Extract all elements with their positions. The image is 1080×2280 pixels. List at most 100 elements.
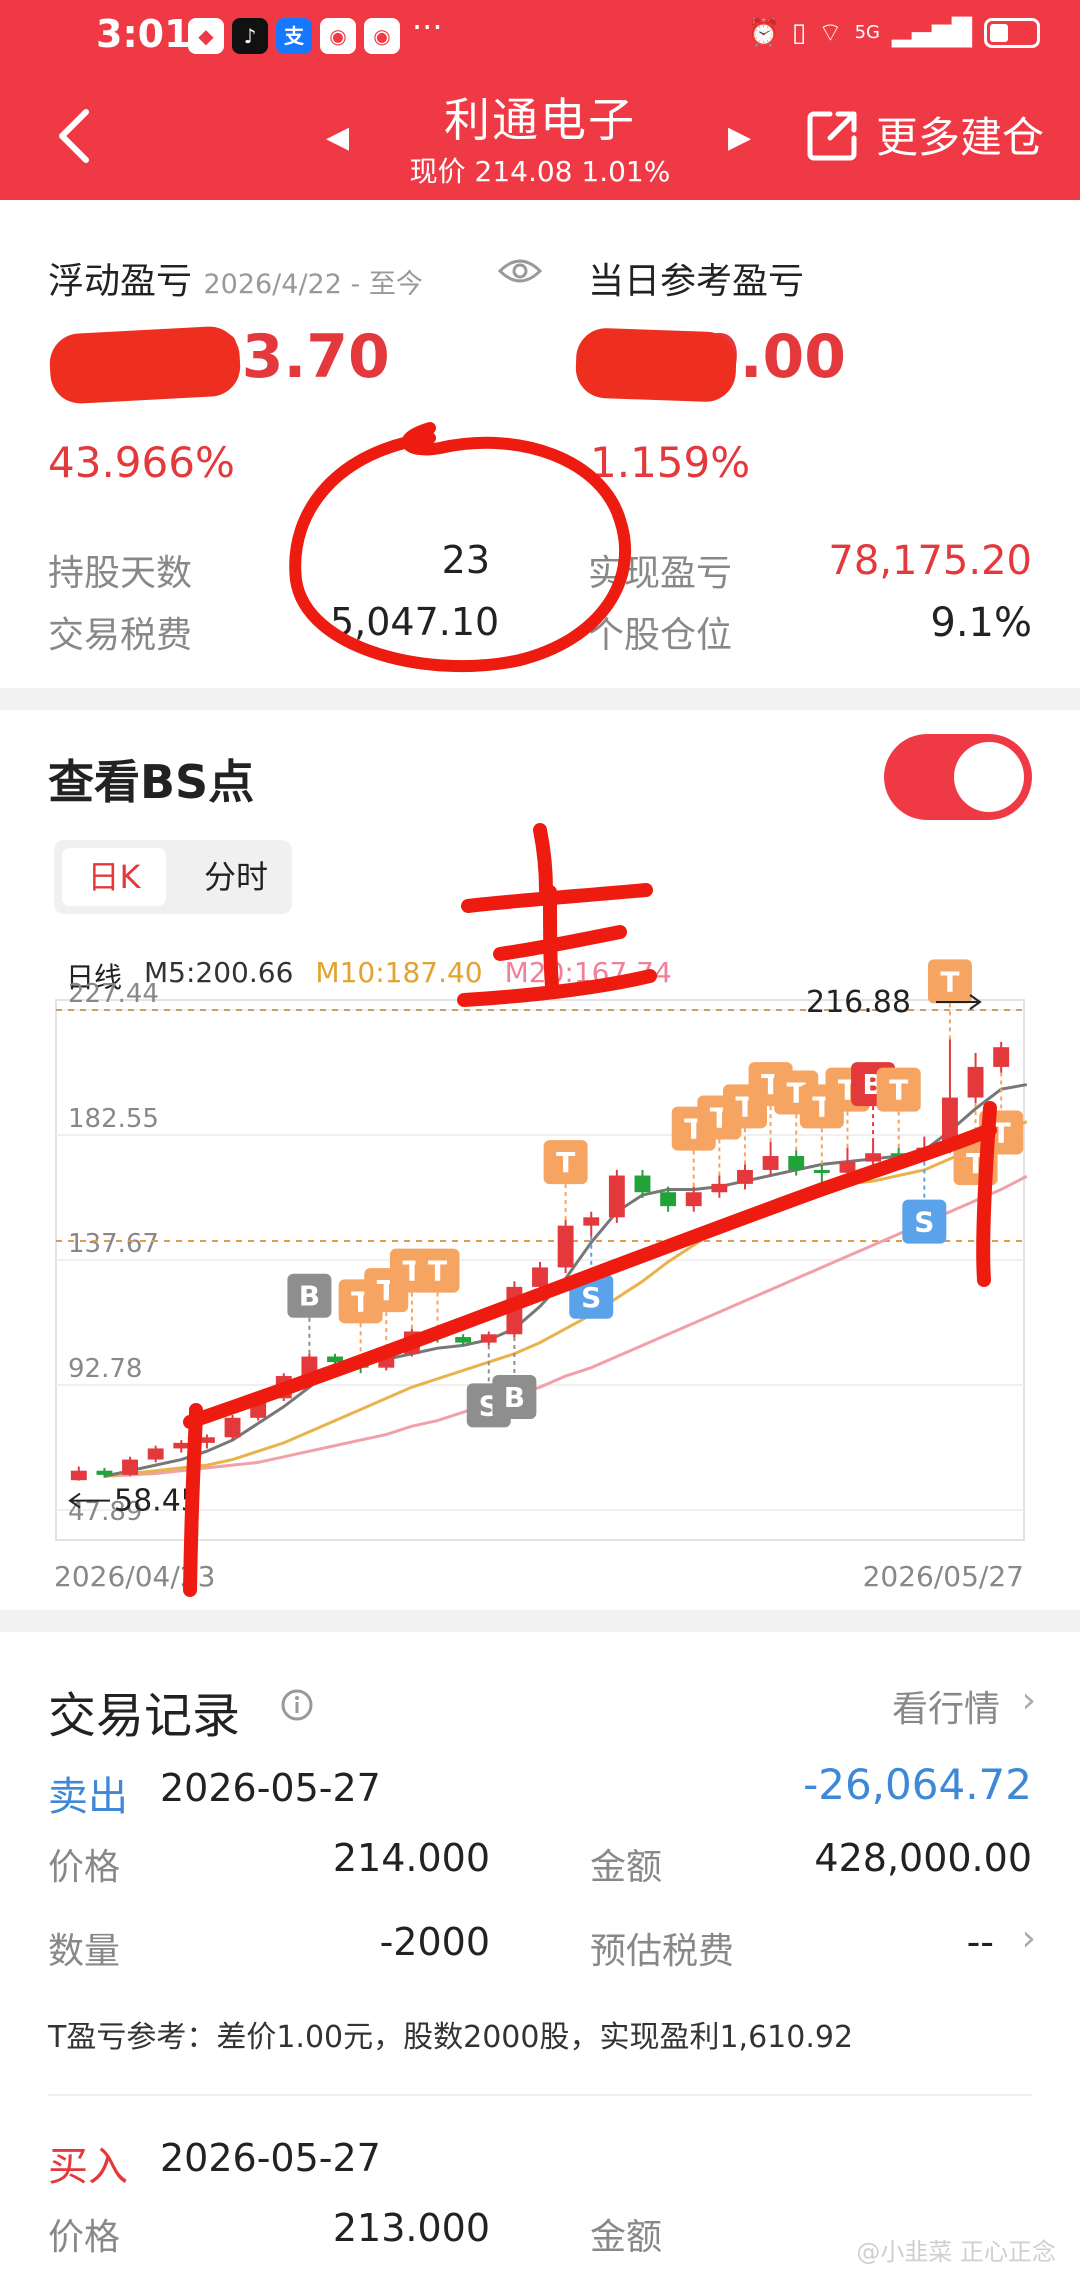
notification-icons: ◆ ♪ 支 ◉ ◉	[188, 18, 400, 54]
sell-amount-change: -26,064.72	[803, 1760, 1032, 1809]
candle-body	[634, 1175, 651, 1193]
bs-card: 查看BS点 日K 分时 日线 M5:200.66 M10:187.40 M20:…	[0, 710, 1080, 1610]
vibrate-icon: ▯	[791, 17, 807, 48]
max-price-label: 216.88	[806, 985, 911, 1020]
x-end-label: 2026/05/27	[863, 1560, 1024, 1593]
float-pl-range: 2026/4/22 - 至今	[203, 269, 423, 300]
info-icon[interactable]	[280, 1688, 314, 1722]
candle-body	[173, 1442, 190, 1449]
sell-price: 214.000	[332, 1836, 490, 1880]
buy-total-label: 金额	[590, 2217, 663, 2258]
battery-icon	[984, 17, 1040, 48]
buy-type: 买入	[48, 2144, 128, 2190]
sell-tax: --	[966, 1920, 994, 1964]
divider	[48, 2094, 1032, 2096]
chevron-right-icon: ›	[1021, 1680, 1036, 1721]
alipay-icon: 支	[276, 18, 312, 54]
eye-icon[interactable]	[498, 256, 542, 286]
position-value: 9.1%	[930, 600, 1032, 646]
candle-body	[660, 1192, 677, 1207]
sell-total-label: 金额	[590, 1847, 663, 1888]
y-tick-label: 182.55	[68, 1104, 159, 1134]
candle-body	[967, 1066, 984, 1098]
status-bar: 3:01 ◆ ♪ 支 ◉ ◉ ··· ⏰ ▯ ⌔ 5G ▂▄▆█	[0, 0, 1080, 72]
float-pl-pct: 43.966%	[48, 438, 235, 487]
candle-body	[865, 1153, 882, 1162]
candle-body	[993, 1047, 1010, 1067]
trades-title: 交易记录	[48, 1688, 241, 1744]
sell-qty: -2000	[379, 1920, 490, 1964]
pl-summary-card: 浮动盈亏 2026/4/22 - 至今 当日参考盈亏 33.70 0.00 43…	[0, 200, 1080, 688]
marker-label: T	[428, 1255, 447, 1288]
realized-value: 78,175.20	[828, 538, 1032, 584]
redaction-scribble	[574, 327, 738, 403]
wifi-icon: ⌔	[818, 18, 843, 48]
trades-card: 交易记录 看行情 › 卖出 2026-05-27 -26,064.72 价格 2…	[0, 1632, 1080, 2280]
candle-body	[762, 1156, 779, 1170]
t-profit-note: T盈亏参考：差价1.00元，股数2000股，实现盈利1,610.92	[48, 2020, 854, 2055]
marker-label: T	[940, 965, 959, 998]
app-header: 3:01 ◆ ♪ 支 ◉ ◉ ··· ⏰ ▯ ⌔ 5G ▂▄▆█ ◀ 利通电子 …	[0, 0, 1080, 200]
status-time: 3:01	[96, 12, 191, 56]
candle-body	[557, 1225, 574, 1268]
y-tick-label: 137.67	[68, 1229, 159, 1259]
sell-tax-label[interactable]: 预估税费	[590, 1922, 734, 1974]
sell-qty-label: 数量	[48, 1931, 121, 1972]
external-link-icon	[807, 111, 857, 160]
marker-label: S	[914, 1206, 934, 1239]
float-pl-label: 浮动盈亏	[48, 261, 193, 302]
more-label: 更多建仓	[875, 113, 1044, 162]
redaction-scribble	[48, 325, 242, 405]
float-pl-row: 浮动盈亏 2026/4/22 - 至今	[48, 252, 423, 304]
candle-body	[147, 1448, 164, 1460]
marker-label: T	[556, 1146, 575, 1179]
signal-icon: ▂▄▆█	[892, 17, 972, 48]
candle-body	[96, 1470, 113, 1475]
marker-label: T	[889, 1074, 908, 1107]
fee-label: 交易税费	[48, 615, 193, 656]
sell-date: 2026-05-27	[160, 1766, 381, 1810]
hold-days-label: 持股天数	[48, 553, 193, 594]
candle-body	[839, 1161, 856, 1173]
buy-price-label: 价格	[48, 2217, 121, 2258]
candle-body	[532, 1267, 548, 1287]
candle-body	[788, 1156, 805, 1170]
hand-drawn-character	[457, 823, 657, 1007]
system-icons: ⏰ ▯ ⌔ 5G ▂▄▆█	[747, 16, 1040, 49]
signal-label: 5G	[854, 22, 881, 43]
alarm-icon: ⏰	[747, 17, 780, 48]
view-market-link[interactable]: 看行情	[892, 1680, 1000, 1732]
candle-body	[685, 1192, 702, 1207]
next-stock-button[interactable]: ▶	[728, 120, 751, 155]
candle-body	[224, 1417, 241, 1438]
hand-drawn-circle	[289, 422, 631, 673]
more-notifications-icon: ···	[412, 8, 443, 46]
candle-body	[455, 1337, 472, 1343]
weibo-icon: ◉	[364, 18, 400, 54]
more-button[interactable]: 更多建仓	[806, 104, 1044, 165]
sell-type: 卖出	[48, 1774, 128, 1820]
y-tick-label: 92.78	[68, 1354, 142, 1384]
candle-body	[737, 1169, 753, 1184]
watermark: @小韭菜 正心正念	[856, 2238, 1056, 2266]
candle-body	[70, 1470, 87, 1481]
today-pl-label: 当日参考盈亏	[588, 261, 805, 302]
marker-label: B	[504, 1381, 525, 1414]
sell-total: 428,000.00	[814, 1836, 1032, 1880]
buy-price: 213.000	[332, 2206, 490, 2250]
candle-body	[813, 1169, 830, 1173]
huawei-icon: ◆	[188, 18, 224, 54]
candle-body	[122, 1459, 138, 1475]
marker-label: S	[581, 1281, 601, 1314]
tiktok-icon: ♪	[232, 18, 268, 54]
candle-body	[480, 1334, 497, 1343]
nav-bar: ◀ 利通电子 现价 214.08 1.01% ▶ 更多建仓	[0, 72, 1080, 200]
buy-date: 2026-05-27	[160, 2136, 381, 2180]
y-tick-label: 227.44	[68, 979, 159, 1009]
candle-body	[711, 1183, 728, 1193]
candle-body	[608, 1175, 625, 1218]
chevron-right-icon[interactable]: ›	[1022, 1918, 1036, 1959]
marker-label: B	[299, 1280, 320, 1313]
sell-price-label: 价格	[48, 1847, 121, 1888]
weibo-icon: ◉	[320, 18, 356, 54]
